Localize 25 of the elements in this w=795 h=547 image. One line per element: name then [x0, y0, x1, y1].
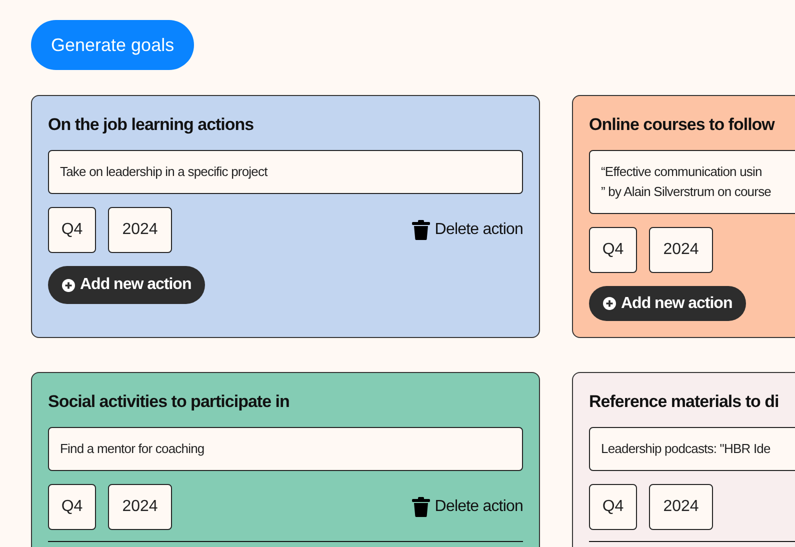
plus-circle-icon: [62, 278, 75, 292]
card-title: Reference materials to di: [589, 391, 780, 413]
card-title: Online courses to follow: [589, 114, 776, 136]
year-field[interactable]: 2024: [108, 207, 172, 253]
action-field[interactable]: “Effective communication usin ” by Alain Silverstrum on course: [589, 150, 795, 214]
add-action-button[interactable]: Add new action: [589, 286, 746, 321]
quarter-field[interactable]: Q4: [48, 484, 96, 530]
trash-icon: [412, 497, 430, 517]
card-title: Social activities to participate in: [48, 391, 290, 413]
year-field[interactable]: 2024: [108, 484, 172, 530]
action-field[interactable]: Leadership podcasts: "HBR Ide: [589, 427, 795, 471]
card-title: On the job learning actions: [48, 114, 255, 136]
quarter-field[interactable]: Q4: [48, 207, 96, 253]
trash-icon: [412, 220, 430, 240]
add-action-button[interactable]: Add new action: [48, 266, 206, 304]
year-field[interactable]: 2024: [649, 227, 713, 273]
generate-goals-button[interactable]: Generate goals: [31, 20, 194, 70]
action-field[interactable]: Take on leadership in a specific project: [48, 150, 523, 194]
delete-action-button[interactable]: Delete action: [412, 495, 523, 519]
year-field[interactable]: 2024: [649, 484, 713, 530]
quarter-field[interactable]: Q4: [589, 484, 637, 530]
action-field[interactable]: Find a mentor for coaching: [48, 427, 523, 471]
delete-action-button[interactable]: Delete action: [412, 218, 523, 242]
plus-circle-icon: [603, 297, 616, 310]
quarter-field[interactable]: Q4: [589, 227, 637, 273]
